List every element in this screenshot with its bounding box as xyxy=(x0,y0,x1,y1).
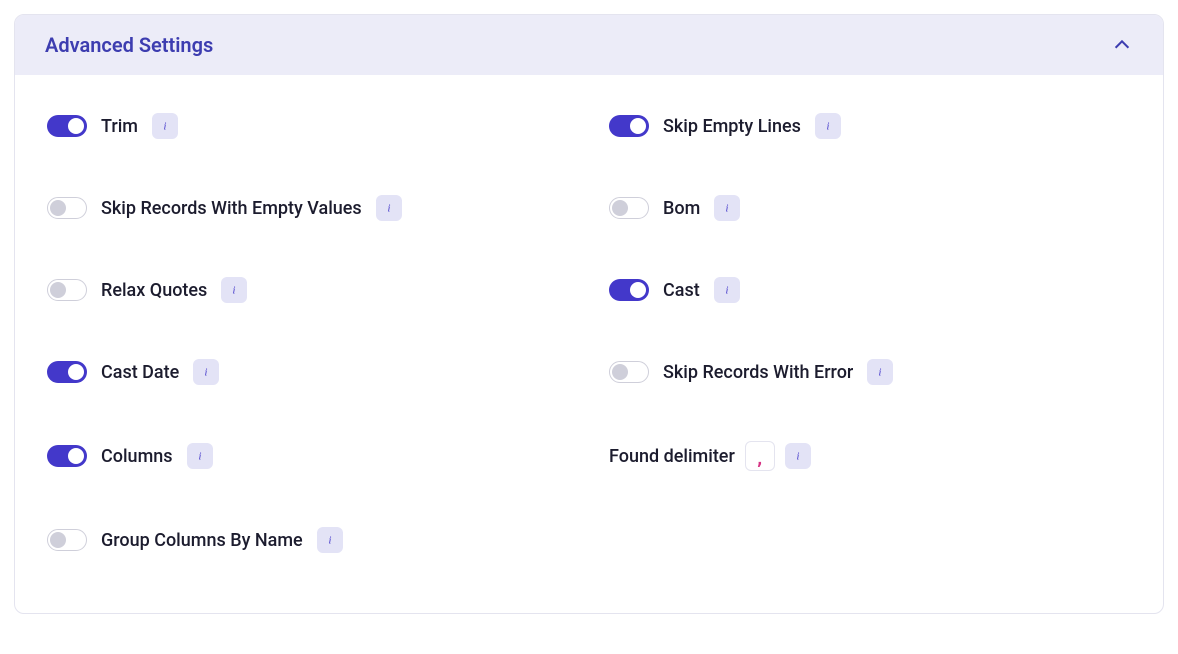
setting-skip-records-empty: Skip Records With Empty Values i xyxy=(47,195,569,221)
label-skip-records-error: Skip Records With Error xyxy=(663,362,853,383)
label-skip-empty-lines: Skip Empty Lines xyxy=(663,116,801,137)
label-trim: Trim xyxy=(101,116,138,137)
advanced-settings-panel: Advanced Settings Trim i Skip Empty Line… xyxy=(14,14,1164,614)
info-icon[interactable]: i xyxy=(317,527,343,553)
label-bom: Bom xyxy=(663,198,700,219)
svg-text:i: i xyxy=(796,452,799,463)
delimiter-value: , xyxy=(755,452,765,468)
toggle-skip-records-error[interactable] xyxy=(609,361,649,383)
chevron-up-icon xyxy=(1111,34,1133,56)
svg-text:i: i xyxy=(233,286,236,297)
toggle-columns[interactable] xyxy=(47,445,87,467)
setting-relax-quotes: Relax Quotes i xyxy=(47,277,569,303)
toggle-skip-records-empty[interactable] xyxy=(47,197,87,219)
setting-columns: Columns i xyxy=(47,441,569,471)
info-icon[interactable]: i xyxy=(815,113,841,139)
info-icon[interactable]: i xyxy=(187,443,213,469)
setting-trim: Trim i xyxy=(47,113,569,139)
toggle-bom[interactable] xyxy=(609,197,649,219)
label-relax-quotes: Relax Quotes xyxy=(101,280,207,301)
setting-cast-date: Cast Date i xyxy=(47,359,569,385)
info-icon[interactable]: i xyxy=(714,277,740,303)
toggle-skip-empty-lines[interactable] xyxy=(609,115,649,137)
toggle-relax-quotes[interactable] xyxy=(47,279,87,301)
delimiter-value-box: , xyxy=(745,441,775,471)
label-cast-date: Cast Date xyxy=(101,362,179,383)
svg-text:i: i xyxy=(387,204,390,215)
setting-skip-empty-lines: Skip Empty Lines i xyxy=(609,113,1131,139)
setting-group-columns-by-name: Group Columns By Name i xyxy=(47,527,569,553)
panel-title: Advanced Settings xyxy=(45,33,213,57)
info-icon[interactable]: i xyxy=(193,359,219,385)
svg-text:i: i xyxy=(826,122,829,133)
svg-text:i: i xyxy=(164,122,167,133)
svg-text:i: i xyxy=(725,286,728,297)
toggle-group-columns-by-name[interactable] xyxy=(47,529,87,551)
info-icon[interactable]: i xyxy=(152,113,178,139)
empty-cell xyxy=(609,527,1131,553)
label-skip-records-empty: Skip Records With Empty Values xyxy=(101,198,362,219)
info-icon[interactable]: i xyxy=(714,195,740,221)
svg-text:i: i xyxy=(328,536,331,547)
label-found-delimiter: Found delimiter xyxy=(609,446,735,467)
advanced-settings-header[interactable]: Advanced Settings xyxy=(15,15,1163,75)
toggle-cast-date[interactable] xyxy=(47,361,87,383)
svg-text:i: i xyxy=(205,368,208,379)
setting-bom: Bom i xyxy=(609,195,1131,221)
info-icon[interactable]: i xyxy=(376,195,402,221)
setting-skip-records-error: Skip Records With Error i xyxy=(609,359,1131,385)
label-group-columns-by-name: Group Columns By Name xyxy=(101,530,303,551)
toggle-cast[interactable] xyxy=(609,279,649,301)
svg-text:i: i xyxy=(198,452,201,463)
setting-cast: Cast i xyxy=(609,277,1131,303)
info-icon[interactable]: i xyxy=(867,359,893,385)
svg-text:i: i xyxy=(879,368,882,379)
label-columns: Columns xyxy=(101,446,173,467)
info-icon[interactable]: i xyxy=(221,277,247,303)
panel-body: Trim i Skip Empty Lines i Skip Records W… xyxy=(15,75,1163,613)
label-cast: Cast xyxy=(663,280,700,301)
toggle-trim[interactable] xyxy=(47,115,87,137)
found-delimiter: Found delimiter , i xyxy=(609,441,1131,471)
info-icon[interactable]: i xyxy=(785,443,811,469)
svg-text:i: i xyxy=(726,204,729,215)
